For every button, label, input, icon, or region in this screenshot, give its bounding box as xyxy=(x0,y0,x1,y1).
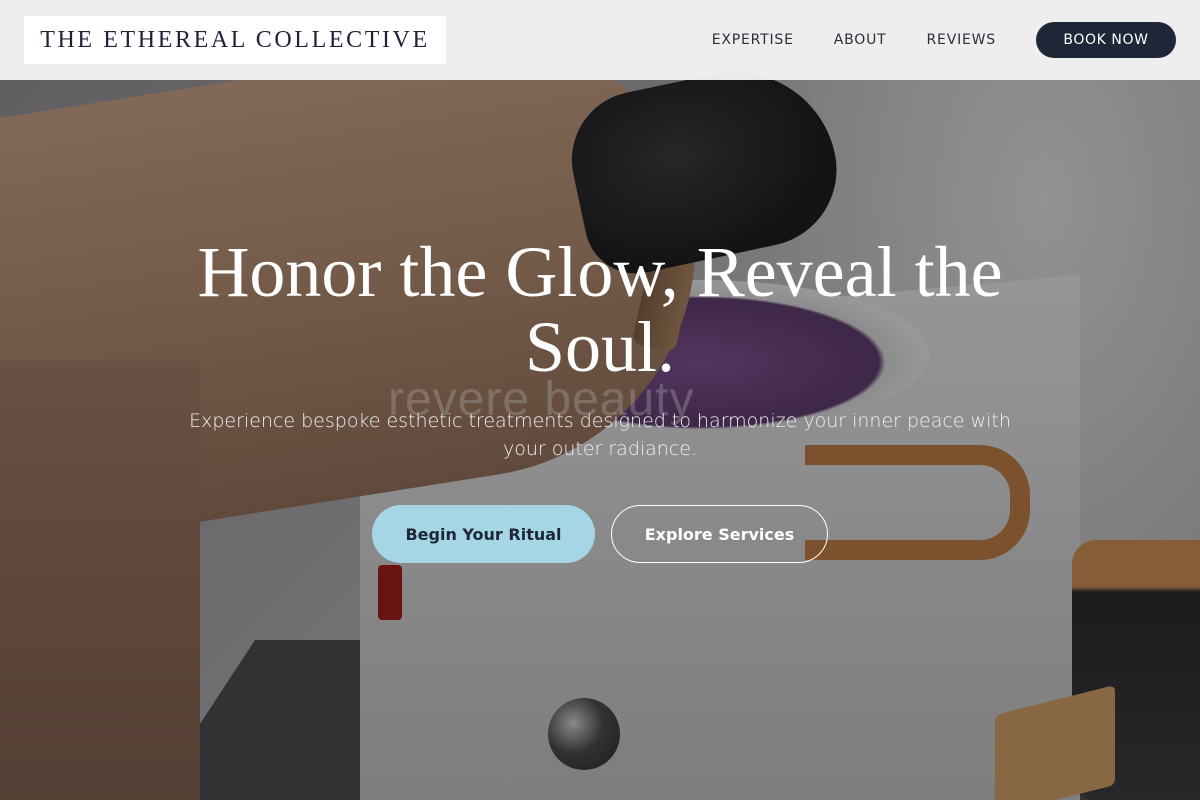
site-header: THE ETHEREAL COLLECTIVE EXPERTISE ABOUT … xyxy=(0,0,1200,80)
nav-expertise[interactable]: EXPERTISE xyxy=(712,32,794,48)
hero-subtext: Experience bespoke esthetic treatments d… xyxy=(189,410,1011,460)
hero-headline: Honor the Glow, Reveal the Soul. xyxy=(197,232,1003,387)
explore-services-button[interactable]: Explore Services xyxy=(611,505,828,563)
logo-text: THE ETHEREAL COLLECTIVE xyxy=(40,26,430,53)
begin-ritual-button[interactable]: Begin Your Ritual xyxy=(372,505,595,563)
cta-row: Begin Your Ritual Explore Services xyxy=(0,505,1200,563)
book-now-button[interactable]: BOOK NOW xyxy=(1036,22,1176,58)
nav-about[interactable]: ABOUT xyxy=(834,32,887,48)
hero-content: Honor the Glow, Reveal the Soul. Experie… xyxy=(0,235,1200,563)
main-nav: EXPERTISE ABOUT REVIEWS BOOK NOW xyxy=(672,22,1176,58)
nav-reviews[interactable]: REVIEWS xyxy=(927,32,996,48)
logo[interactable]: THE ETHEREAL COLLECTIVE xyxy=(24,16,446,64)
